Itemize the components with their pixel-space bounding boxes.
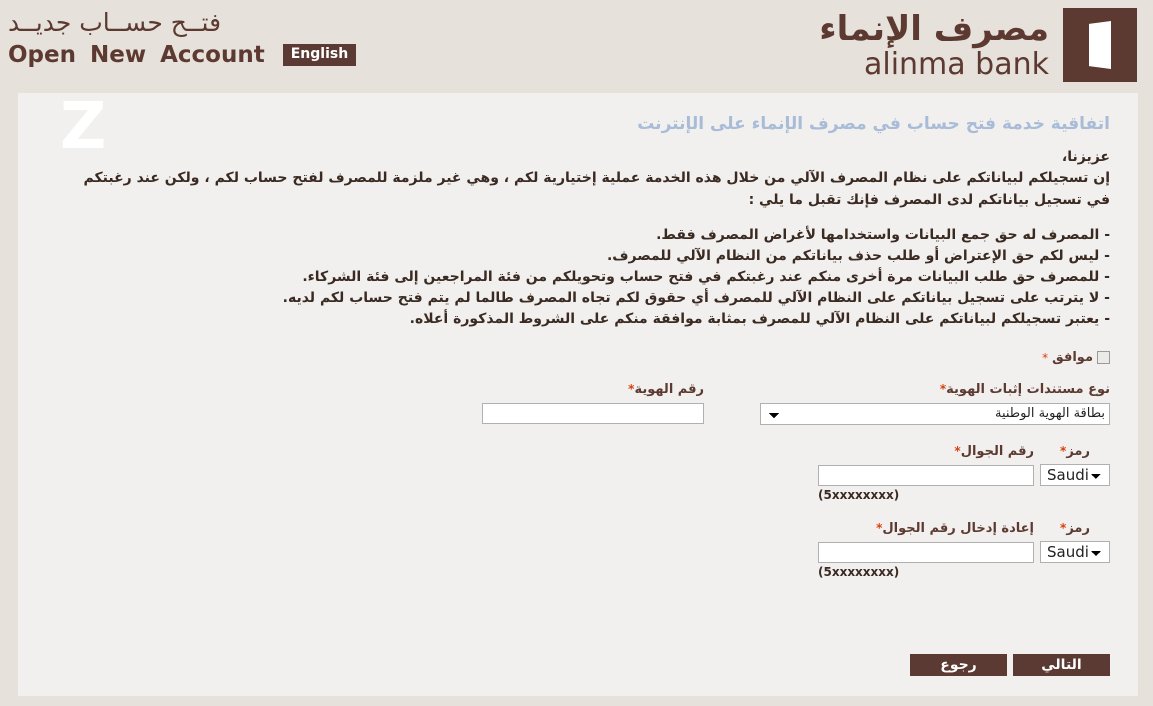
next-button[interactable]: التالي <box>1013 654 1110 676</box>
salutation-text: عزيزنا، <box>1061 149 1110 165</box>
mobile-confirm-row: رمز* Saudi إعادة إدخال رقم الجوال* (5xxx… <box>46 520 1110 579</box>
mobile-confirm-label: إعادة إدخال رقم الجوال* <box>818 520 1034 537</box>
back-button[interactable]: رجوع <box>910 654 1007 676</box>
terms-item: - للمصرف حق طلب البيانات مرة أخرى منكم ع… <box>302 269 1110 285</box>
mobile-confirm-code-label: رمز* <box>1040 520 1110 537</box>
mobile-confirm-code-field: رمز* Saudi <box>1040 520 1110 563</box>
mobile-confirm-number-input[interactable] <box>818 541 1034 563</box>
mobile-row: رمز* Saudi رقم الجوال* (5xxxxxxxx) <box>46 443 1110 502</box>
mobile-confirm-label-text: إعادة إدخال رقم الجوال <box>882 520 1034 536</box>
door-shape <box>1089 21 1111 69</box>
terms-item: - لا يترتب على تسجيل بياناتكم على النظام… <box>282 290 1110 306</box>
brand-wordmark: مصرف الإنماء alinma bank <box>819 10 1049 81</box>
terms-item: - المصرف له حق جمع البيانات واستخدامها ل… <box>656 227 1110 243</box>
required-asterisk: * <box>1042 350 1049 365</box>
agree-row: موافق * <box>46 350 1110 365</box>
terms-list: - المصرف له حق جمع البيانات واستخدامها ل… <box>46 225 1110 330</box>
mobile-label: رقم الجوال* <box>818 443 1034 460</box>
form-actions: التالي رجوع <box>46 654 1110 676</box>
terms-item: - يعتبر تسجيلكم لبياناتكم على النظام الآ… <box>409 311 1110 327</box>
mobile-code-label-text: رمز <box>1066 443 1090 459</box>
id-number-label-text: رقم الهوية <box>634 382 704 397</box>
id-number-input[interactable] <box>482 403 704 424</box>
mobile-confirm-country-code-select[interactable]: Saudi <box>1040 540 1110 563</box>
doc-type-select[interactable]: بطاقة الهوية الوطنية <box>760 402 1110 425</box>
brand-logo[interactable]: مصرف الإنماء alinma bank <box>819 8 1137 82</box>
brand-name-english: alinma bank <box>863 46 1049 82</box>
brand-name-arabic: مصرف الإنماء <box>819 8 1049 49</box>
mobile-number-input[interactable] <box>818 464 1034 486</box>
agree-checkbox[interactable] <box>1097 351 1110 364</box>
doc-type-label-text: نوع مستندات إثبات الهوية <box>946 382 1110 397</box>
page-title-arabic: فتــح حســاب جديــد <box>8 8 222 37</box>
doc-type-label: نوع مستندات إثبات الهوية* <box>760 381 1110 398</box>
mobile-confirm-number-field: إعادة إدخال رقم الجوال* (5xxxxxxxx) <box>818 520 1034 579</box>
content-inner: اتفاقية خدمة فتح حساب في مصرف الإنماء عل… <box>18 93 1138 579</box>
agree-label: موافق <box>1052 350 1093 365</box>
mobile-number-field: رقم الجوال* (5xxxxxxxx) <box>818 443 1034 502</box>
site-header: فتــح حســاب جديــد Open New Account Eng… <box>0 0 1153 93</box>
page-frame: Z اتفاقية خدمة فتح حساب في مصرف الإنماء … <box>0 93 1153 706</box>
mobile-confirm-format-hint: (5xxxxxxxx) <box>818 564 900 579</box>
door-logo-icon <box>1063 8 1137 82</box>
identity-row: نوع مستندات إثبات الهوية* بطاقة الهوية ا… <box>46 381 1110 425</box>
mobile-code-field: رمز* Saudi <box>1040 443 1110 486</box>
doc-type-field: نوع مستندات إثبات الهوية* بطاقة الهوية ا… <box>760 381 1110 425</box>
page-title-english: Open New Account <box>8 42 265 68</box>
language-switch-button[interactable]: English <box>282 44 357 66</box>
intro-line-1: إن تسجيلكم لبياناتكم على نظام المصرف الآ… <box>83 170 1110 186</box>
mobile-confirm-code-label-text: رمز <box>1066 520 1090 536</box>
id-number-label: رقم الهوية* <box>482 381 704 398</box>
header-title-block: فتــح حســاب جديــد Open New Account Eng… <box>8 6 357 68</box>
mobile-country-code-select[interactable]: Saudi <box>1040 463 1110 486</box>
content-panel: Z اتفاقية خدمة فتح حساب في مصرف الإنماء … <box>18 93 1138 696</box>
mobile-code-label: رمز* <box>1040 443 1110 460</box>
terms-item: - ليس لكم حق الإعتراض أو طلب حذف بياناتك… <box>606 248 1110 264</box>
agreement-heading: اتفاقية خدمة فتح حساب في مصرف الإنماء عل… <box>637 114 1110 134</box>
mobile-label-text: رقم الجوال <box>960 443 1034 459</box>
mobile-format-hint: (5xxxxxxxx) <box>818 487 900 502</box>
id-number-field: رقم الهوية* <box>482 381 704 424</box>
intro-line-2: في تسجيل بياناتكم لدى المصرف فإنك تقبل م… <box>748 192 1110 208</box>
